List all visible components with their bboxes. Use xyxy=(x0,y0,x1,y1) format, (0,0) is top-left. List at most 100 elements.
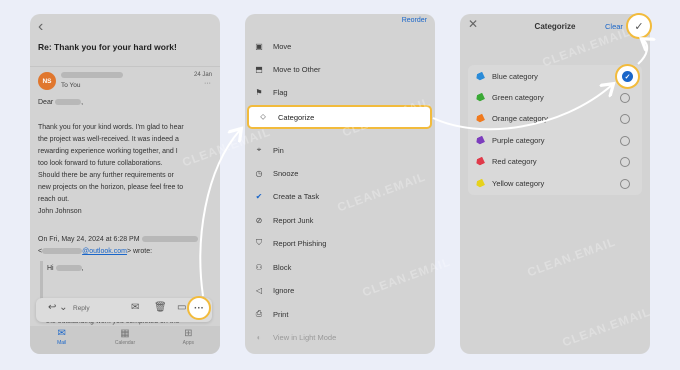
clock-icon: ◷ xyxy=(255,168,263,178)
category-label: Red category xyxy=(492,157,537,166)
mail-icon: ✉ xyxy=(57,328,66,339)
green-tag-icon xyxy=(475,93,485,103)
menu-item-label: Print xyxy=(273,309,289,319)
divider xyxy=(30,66,220,67)
menu-item-label: Ignore xyxy=(273,285,295,295)
category-row-green[interactable]: Green category xyxy=(468,87,642,108)
quote-hi: Hi xyxy=(47,265,54,272)
message-more-icon[interactable]: ··· xyxy=(204,80,211,87)
email-subject: Re: Thank you for your hard work! xyxy=(38,42,177,52)
category-label: Green category xyxy=(492,93,544,102)
menu-item-print[interactable]: ⎙ Print xyxy=(253,304,427,324)
category-row-purple[interactable]: Purple category xyxy=(468,130,642,151)
email-date: 24 Jan xyxy=(193,72,212,78)
menu-item-view-light-mode[interactable]: ◐ View in Light Mode xyxy=(253,327,427,347)
blue-category-selected-radio[interactable]: ✓ xyxy=(615,64,640,89)
tab-apps[interactable]: ⊞ Apps xyxy=(163,327,213,346)
red-tag-icon xyxy=(475,157,485,167)
purple-tag-icon xyxy=(475,136,485,146)
contrast-icon: ◐ xyxy=(256,332,262,342)
reply-toolbar: ↩ ⌄ Reply ✉ 🗑 ▭ xyxy=(36,298,212,322)
menu-item-label: Pin xyxy=(273,145,284,155)
category-row-yellow[interactable]: Yellow category xyxy=(468,173,642,194)
greeting-line: Dear , xyxy=(38,99,84,106)
back-chevron-icon[interactable]: ‹ xyxy=(38,18,43,36)
category-radio[interactable] xyxy=(620,156,630,167)
menu-item-label: Create a Task xyxy=(273,191,320,201)
category-radio[interactable] xyxy=(620,178,630,189)
signature: John Johnson xyxy=(38,208,82,215)
body-line: reach out. xyxy=(38,196,70,203)
orange-tag-icon xyxy=(475,114,485,124)
email-link[interactable]: @outlook.com xyxy=(82,248,127,255)
quote-bar xyxy=(40,261,43,301)
menu-item-label: Report Phishing xyxy=(273,238,327,248)
avatar[interactable]: NS xyxy=(38,72,56,90)
folder-move-icon: ▣ xyxy=(255,41,263,51)
category-list: Blue category Green category Orange cate… xyxy=(468,65,642,195)
checkmark-icon: ✔ xyxy=(255,191,263,201)
tab-calendar[interactable]: ▦ Calendar xyxy=(100,327,150,346)
menu-item-label: Move xyxy=(273,41,292,51)
quote-header: On Fri, May 24, 2024 at 6:28 PM < @outloo… xyxy=(38,234,198,258)
mute-icon: ◁ xyxy=(255,285,263,295)
menu-item-flag[interactable]: ⚑ Flag xyxy=(253,82,427,102)
category-radio[interactable] xyxy=(620,135,630,146)
category-row-red[interactable]: Red category xyxy=(468,151,642,172)
tab-label: Mail xyxy=(57,340,67,346)
tab-mail[interactable]: ✉ Mail xyxy=(37,327,87,346)
email-body: Thank you for your kind words. I'm glad … xyxy=(38,122,184,218)
tab-bar: ✉ Mail ▦ Calendar ⊞ Apps xyxy=(30,327,220,346)
reorder-button[interactable]: Reorder xyxy=(402,17,427,24)
pin-icon: ⌖ xyxy=(256,145,262,154)
quote-wrote: > wrote: xyxy=(126,248,153,255)
menu-item-move[interactable]: ▣ Move xyxy=(253,36,427,56)
tag-icon: ⬦ xyxy=(260,112,266,121)
body-line: the project was well-received. It was in… xyxy=(38,136,179,143)
tab-label: Apps xyxy=(182,340,195,346)
more-actions-button[interactable]: ··· xyxy=(187,296,211,320)
greeting-text: Dear xyxy=(38,99,54,106)
menu-item-label: Block xyxy=(273,262,292,272)
block-circle-icon: ⊘ xyxy=(255,215,263,225)
body-line: rewarding experience working together, a… xyxy=(38,148,178,155)
menu-item-label: Flag xyxy=(273,87,288,97)
category-row-orange[interactable]: Orange category xyxy=(468,108,642,129)
body-line: new projects on the horizon, please feel… xyxy=(38,184,184,191)
apps-icon: ⊞ xyxy=(184,328,193,339)
quote-greeting: Hi , xyxy=(47,265,84,272)
menu-item-label: Move to Other xyxy=(273,64,321,74)
reply-icon[interactable]: ↩ ⌄ xyxy=(48,302,68,313)
checkmark-icon: ✓ xyxy=(622,71,633,82)
move-other-icon: ⬒ xyxy=(255,64,263,74)
redacted-name xyxy=(55,99,82,106)
redacted-name xyxy=(55,265,82,272)
category-radio[interactable] xyxy=(620,92,630,103)
category-label: Yellow category xyxy=(492,179,545,188)
category-radio[interactable] xyxy=(620,113,630,124)
shield-icon: ⛉ xyxy=(256,238,262,247)
body-line: Should there be any further requirements… xyxy=(38,172,174,179)
tab-label: Calendar xyxy=(114,340,136,346)
printer-icon: ⎙ xyxy=(255,309,263,318)
menu-item-move-to-other[interactable]: ⬒ Move to Other xyxy=(253,59,427,79)
category-label: Orange category xyxy=(492,114,548,123)
redacted-sender xyxy=(141,236,198,243)
menu-item-label: Categorize xyxy=(278,112,315,122)
blue-tag-icon xyxy=(475,72,485,82)
category-label: Blue category xyxy=(492,72,538,81)
archive-icon[interactable]: ▭ xyxy=(177,302,186,313)
menu-item-label: Report Junk xyxy=(273,215,314,225)
menu-item-report-phishing[interactable]: ⛉ Report Phishing xyxy=(253,233,427,253)
calendar-icon: ▦ xyxy=(120,328,130,339)
redacted-address xyxy=(42,248,83,255)
reply-button[interactable]: Reply xyxy=(73,305,90,312)
quote-header-date: On Fri, May 24, 2024 at 6:28 PM xyxy=(38,236,140,243)
menu-item-label: View in Light Mode xyxy=(273,332,337,342)
trash-icon[interactable]: 🗑 xyxy=(154,302,167,313)
sender-name-redacted xyxy=(61,72,123,78)
category-label: Purple category xyxy=(492,136,545,145)
menu-item-pin[interactable]: ⌖ Pin xyxy=(253,140,427,160)
forward-mail-icon[interactable]: ✉ xyxy=(131,302,139,313)
body-line: Thank you for your kind words. I'm glad … xyxy=(38,124,184,131)
